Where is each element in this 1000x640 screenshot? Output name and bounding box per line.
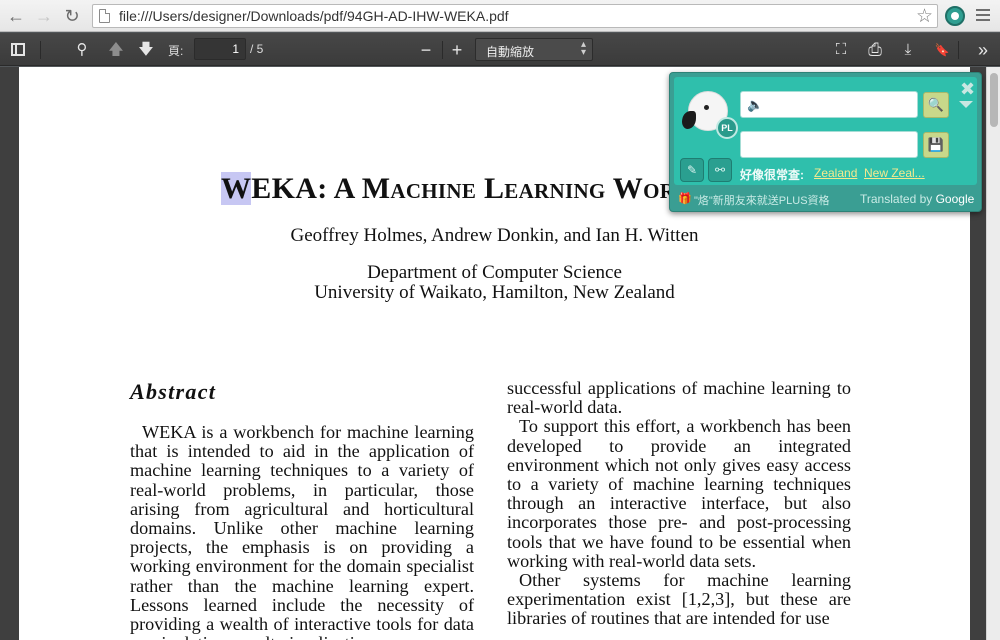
affiliation-department: Department of Computer Science (367, 262, 622, 283)
gift-icon: 🎁 (678, 193, 692, 205)
toolbar-divider (442, 41, 443, 59)
bookmark-star-icon[interactable]: ☆ (916, 5, 933, 28)
zoom-out-button[interactable]: − (416, 40, 436, 60)
browser-toolbar: ← → ↻ file:///Users/designer/Downloads/p… (0, 0, 1000, 32)
page-total: / 5 (250, 42, 264, 56)
left-column: WEKA is a workbench for machine learning… (130, 422, 474, 640)
source-text-field[interactable]: 🔈 (740, 91, 918, 118)
reload-button[interactable]: ↻ (62, 6, 82, 26)
speaker-icon[interactable]: 🔈 (747, 97, 763, 113)
paragraph: successful applications of machine learn… (507, 378, 851, 418)
find-icon[interactable]: ⚲ (72, 40, 92, 60)
right-column: successful applications of machine learn… (507, 378, 851, 629)
address-bar[interactable]: file:///Users/designer/Downloads/pdf/94G… (92, 4, 938, 28)
page-label: 頁: (168, 44, 184, 58)
print-icon[interactable]: ⎙ (865, 40, 885, 60)
toolbar-divider (40, 41, 41, 59)
translator-panel: PL 🔈 🔍 💾 ✖ ✎ ⚯ 好像很常查: Zealand New Zeal..… (674, 77, 977, 185)
translate-search-button[interactable]: 🔍 (923, 92, 949, 118)
paragraph: Other systems for machine learning exper… (507, 570, 851, 629)
plus-badge: PL (716, 117, 738, 139)
suggestion-link[interactable]: New Zeal... (864, 166, 925, 180)
close-icon[interactable]: ✖ (960, 80, 975, 98)
translator-popup: PL 🔈 🔍 💾 ✖ ✎ ⚯ 好像很常查: Zealand New Zeal..… (669, 72, 982, 212)
translator-extension-icon[interactable] (945, 6, 965, 26)
abstract-paragraph: WEKA is a workbench for machine learning… (130, 422, 474, 640)
toolbar-divider (958, 41, 959, 59)
edit-pen-button[interactable]: ✎ (680, 158, 704, 182)
unlink-button[interactable]: ⚯ (708, 158, 732, 182)
vertical-scrollbar[interactable] (986, 67, 1000, 640)
file-icon (99, 9, 110, 23)
more-tools-icon[interactable]: » (973, 40, 993, 60)
zoom-in-button[interactable]: + (447, 40, 467, 60)
credit-prefix: Translated by (860, 192, 936, 206)
presentation-mode-icon[interactable]: ⛶ (831, 40, 851, 60)
select-arrows-icon: ▴ ▾ (580, 39, 586, 58)
parrot-beak-icon (682, 111, 696, 129)
translation-output-field[interactable] (740, 131, 918, 158)
parrot-eye-icon (704, 105, 709, 110)
back-button[interactable]: ← (6, 6, 26, 26)
parrot-avatar: PL (680, 87, 738, 139)
document-affiliation: Department of Computer Science Universit… (19, 263, 970, 303)
suggestion-link[interactable]: Zealand (814, 166, 857, 180)
paragraph: To support this effort, a workbench has … (507, 416, 851, 571)
download-icon[interactable]: ⤓ (898, 40, 918, 60)
next-page-icon[interactable]: 🡇 (136, 40, 156, 60)
collapse-arrow-icon[interactable] (959, 101, 973, 108)
previous-page-icon[interactable]: 🡅 (106, 40, 126, 60)
suggestions-label: 好像很常查: (740, 168, 804, 182)
zoom-select[interactable]: 自動縮放 ▴ ▾ (475, 38, 593, 61)
pdf-toolbar: ⚲ 🡅 🡇 頁: 1 / 5 − + 自動縮放 ▴ ▾ ⛶ ⎙ ⤓ 🔖 » (0, 33, 1000, 66)
sidebar-toggle-icon[interactable] (11, 43, 25, 56)
affiliation-university: University of Waikato, Hamilton, New Zea… (314, 282, 675, 303)
zoom-select-value: 自動縮放 (486, 45, 535, 59)
credit-brand: Google (935, 192, 975, 206)
document-authors: Geoffrey Holmes, Andrew Donkin, and Ian … (290, 225, 699, 246)
forward-button[interactable]: → (34, 6, 54, 26)
google-credit: Translated by Google (860, 192, 974, 206)
save-translation-button[interactable]: 💾 (923, 132, 949, 158)
page-number-input[interactable]: 1 (194, 38, 246, 60)
browser-menu-icon[interactable] (976, 9, 990, 21)
abstract-heading: Abstract (130, 379, 217, 404)
bookmark-icon[interactable]: 🔖 (932, 40, 952, 60)
address-url[interactable]: file:///Users/designer/Downloads/pdf/94G… (119, 8, 509, 24)
promo-link[interactable]: "烙"新朋友來就送PLUS資格 (694, 192, 830, 208)
selected-text-highlight: W (220, 172, 252, 205)
scrollbar-thumb[interactable] (990, 73, 998, 127)
